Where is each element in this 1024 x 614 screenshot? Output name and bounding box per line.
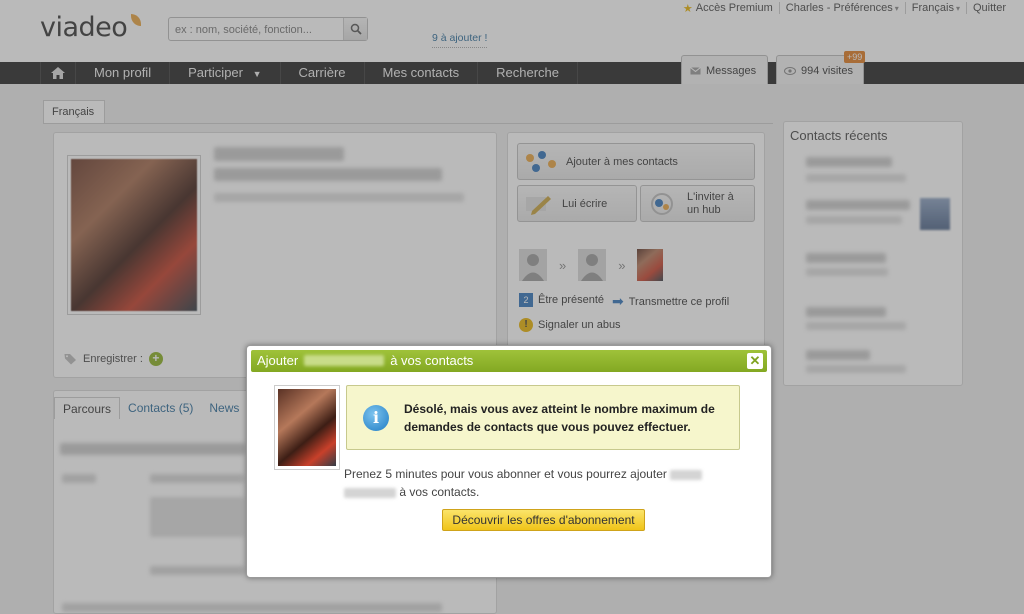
modal-header: Ajouter à vos contacts ✕ [251,350,767,372]
close-icon: ✕ [749,353,761,368]
info-icon: i [363,405,389,431]
contact-photo [274,385,340,470]
message-part-2: à vos contacts. [399,485,480,499]
add-contact-modal: Ajouter à vos contacts ✕ i Désolé, mais … [246,345,772,578]
message-part-1: Prenez 5 minutes pour vous abonner et vo… [344,467,667,481]
discover-offers-button[interactable]: Découvrir les offres d'abonnement [442,509,645,531]
contact-name-blurred [304,355,385,366]
close-button[interactable]: ✕ [747,353,763,369]
limit-alert: i Désolé, mais vous avez atteint le nomb… [346,385,740,450]
subscribe-message: Prenez 5 minutes pour vous abonner et vo… [344,465,734,501]
modal-title-suffix: à vos contacts [390,353,474,368]
contact-name-blurred [670,469,703,480]
contact-name-blurred [344,487,396,498]
alert-text: Désolé, mais vous avez atteint le nombre… [404,402,715,434]
modal-title-prefix: Ajouter [257,353,299,368]
